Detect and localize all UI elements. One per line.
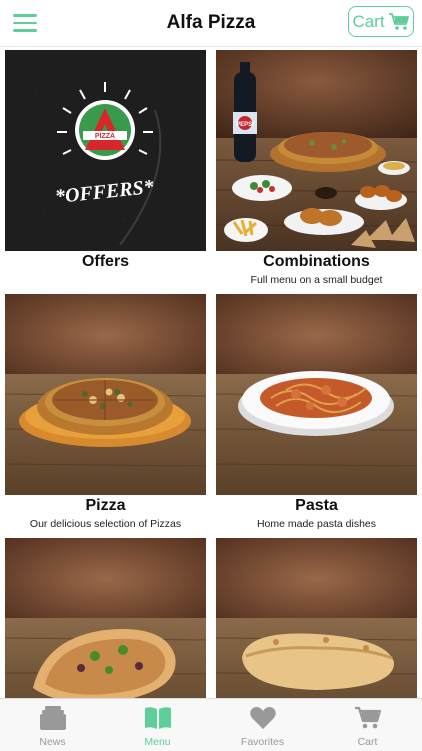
- offers-image: PIZZA *OFFERS*: [5, 50, 206, 251]
- category-subtitle: Full menu on a small budget: [250, 274, 383, 286]
- cart-icon: [388, 12, 409, 30]
- tab-label: Favorites: [240, 736, 285, 748]
- pasta-image: [216, 294, 417, 495]
- category-subtitle: Home made pasta dishes: [256, 518, 377, 530]
- tab-label: Menu: [144, 736, 171, 748]
- heart-icon: [249, 707, 276, 729]
- category-tile-6[interactable]: [216, 538, 417, 698]
- category-5-image: [5, 538, 206, 698]
- category-title: Offers: [81, 253, 130, 270]
- news-icon: [39, 706, 66, 730]
- category-tile-5[interactable]: [5, 538, 206, 698]
- category-6-image: [216, 538, 417, 698]
- category-title: Combinations: [263, 253, 370, 270]
- bottom-tab-bar: News Menu Favorites Cart: [0, 698, 422, 751]
- cart-button[interactable]: Cart: [348, 6, 414, 37]
- category-tile-offers[interactable]: PIZZA *OFFERS* Offers: [5, 50, 206, 290]
- category-tile-pizza[interactable]: Pizza Our delicious selection of Pizzas: [5, 294, 206, 534]
- tab-menu[interactable]: Menu: [105, 699, 210, 751]
- tab-news[interactable]: News: [0, 699, 105, 751]
- combinations-image: PEPSI: [216, 50, 417, 251]
- bottle-label-text: PEPSI: [236, 122, 254, 128]
- tab-favorites[interactable]: Favorites: [210, 699, 315, 751]
- category-title: Pizza: [85, 497, 126, 514]
- menu-category-grid: PIZZA *OFFERS* Offers PEPSI Combinations…: [0, 47, 422, 698]
- category-subtitle: Our delicious selection of Pizzas: [29, 518, 182, 530]
- logo-pizza-text: PIZZA: [95, 133, 115, 140]
- top-navigation-bar: Alfa Pizza Cart: [0, 0, 422, 47]
- category-tile-combinations[interactable]: PEPSI Combinations Full menu on a small …: [216, 50, 417, 290]
- tab-label: Cart: [357, 736, 378, 748]
- category-tile-pasta[interactable]: Pasta Home made pasta dishes: [216, 294, 417, 534]
- pizza-image: [5, 294, 206, 495]
- tab-label: News: [39, 736, 66, 748]
- cart-button-label: Cart: [352, 11, 385, 31]
- category-title: Pasta: [295, 497, 338, 514]
- book-icon: [144, 707, 171, 729]
- cart-icon: [354, 706, 381, 729]
- tab-cart[interactable]: Cart: [315, 699, 420, 751]
